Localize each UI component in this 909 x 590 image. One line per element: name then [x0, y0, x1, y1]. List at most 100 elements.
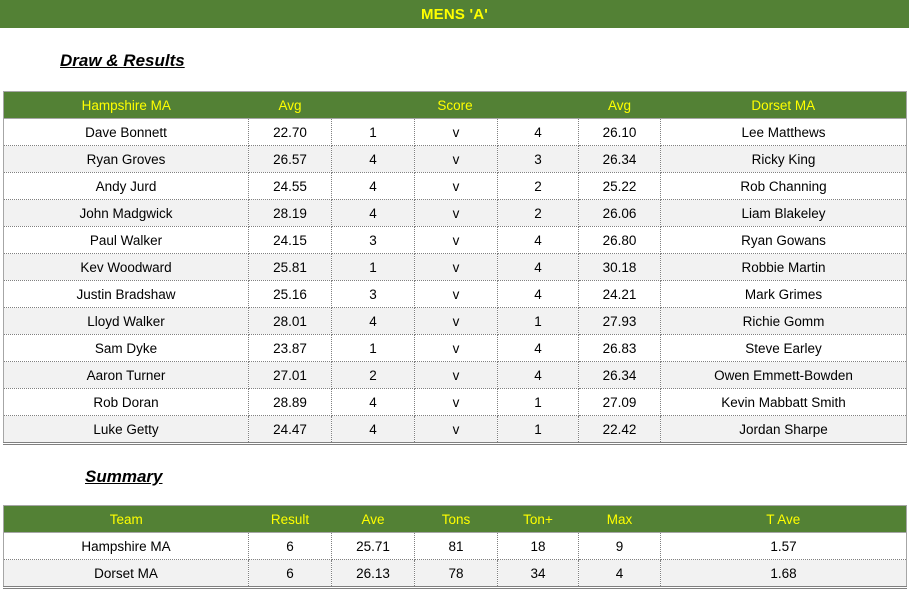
cell-ave: 26.13: [331, 559, 415, 589]
cell-away-avg: 24.21: [578, 280, 662, 308]
cell-versus: v: [414, 172, 498, 200]
column-header-away-team: Dorset MA: [660, 91, 908, 119]
cell-home-player: Lloyd Walker: [3, 307, 249, 335]
cell-away-avg: 26.34: [578, 145, 662, 173]
cell-home-score: 1: [331, 118, 415, 146]
cell-home-score: 4: [331, 388, 415, 416]
cell-away-avg: 26.80: [578, 226, 662, 254]
cell-home-avg: 23.87: [248, 334, 332, 362]
column-header-score: Score: [331, 91, 579, 119]
cell-result: 6: [248, 559, 332, 589]
cell-away-score: 1: [497, 415, 580, 445]
summary-table-body: Hampshire MA 6 25.71 81 18 9 1.57 Dorset MA 6 26.…: [3, 532, 907, 589]
cell-away-score: 3: [497, 145, 580, 173]
cell-home-avg: 27.01: [248, 361, 332, 389]
cell-away-player: Jordan Sharpe: [660, 415, 908, 445]
cell-away-score: 4: [497, 118, 580, 146]
cell-home-player: Dave Bonnett: [3, 118, 249, 146]
summary-heading: Summary: [85, 467, 163, 486]
draw-results-table-body: Dave Bonnett 22.70 1 v 4 26.10 Lee Matthews Rya…: [3, 118, 908, 445]
cell-away-player: Rob Channing: [660, 172, 908, 200]
cell-away-score: 4: [497, 280, 580, 308]
table-row: Justin Bradshaw 25.16 3 v 4 24.21 Mark Grimes: [3, 280, 908, 308]
page-title: MENS 'A': [420, 5, 489, 23]
cell-away-avg: 27.09: [578, 388, 662, 416]
cell-versus: v: [414, 334, 498, 362]
column-header-home-team: Hampshire MA: [3, 91, 249, 119]
cell-home-avg: 24.47: [248, 415, 332, 445]
table-row: Sam Dyke 23.87 1 v 4 26.83 Steve Earley: [3, 334, 908, 362]
draw-results-heading: Draw & Results: [60, 51, 185, 70]
cell-tons: 81: [414, 532, 498, 560]
cell-away-score: 1: [497, 388, 580, 416]
cell-away-avg: 22.42: [578, 415, 662, 445]
cell-home-score: 4: [331, 145, 415, 173]
column-header-tons: Tons: [414, 505, 498, 533]
cell-team: Dorset MA: [3, 559, 249, 589]
cell-t-ave: 1.57: [660, 532, 907, 560]
cell-result: 6: [248, 532, 332, 560]
table-row: Dorset MA 6 26.13 78 34 4 1.68: [3, 559, 907, 589]
cell-away-score: 2: [497, 199, 580, 227]
cell-home-player: Ryan Groves: [3, 145, 249, 173]
cell-home-player: Justin Bradshaw: [3, 280, 249, 308]
cell-versus: v: [414, 307, 498, 335]
cell-max: 4: [578, 559, 661, 589]
cell-away-player: Liam Blakeley: [660, 199, 908, 227]
summary-table: Team Result Ave Tons Ton+ Max T Ave Hamp…: [3, 505, 907, 589]
table-row: John Madgwick 28.19 4 v 2 26.06 Liam Blakeley: [3, 199, 908, 227]
column-header-t-ave: T Ave: [660, 505, 907, 533]
cell-home-player: Sam Dyke: [3, 334, 249, 362]
cell-home-score: 3: [331, 226, 415, 254]
cell-versus: v: [414, 388, 498, 416]
cell-away-avg: 26.06: [578, 199, 662, 227]
draw-results-table-head: Hampshire MA Avg Score Avg Dorset MA: [3, 91, 908, 119]
cell-home-avg: 28.19: [248, 199, 332, 227]
cell-away-score: 4: [497, 334, 580, 362]
cell-home-player: Luke Getty: [3, 415, 249, 445]
column-header-ave: Ave: [331, 505, 415, 533]
cell-away-avg: 26.83: [578, 334, 662, 362]
cell-ton-plus: 18: [497, 532, 579, 560]
column-header-team: Team: [3, 505, 249, 533]
cell-ave: 25.71: [331, 532, 415, 560]
cell-home-avg: 25.16: [248, 280, 332, 308]
cell-home-avg: 24.55: [248, 172, 332, 200]
cell-team: Hampshire MA: [3, 532, 249, 560]
cell-home-score: 4: [331, 307, 415, 335]
summary-table-wrapper: Team Result Ave Tons Ton+ Max T Ave Hamp…: [0, 505, 909, 589]
cell-away-score: 4: [497, 253, 580, 281]
draw-results-table-wrapper: Hampshire MA Avg Score Avg Dorset MA Dav…: [0, 91, 909, 445]
cell-home-player: Andy Jurd: [3, 172, 249, 200]
cell-home-avg: 26.57: [248, 145, 332, 173]
cell-versus: v: [414, 145, 498, 173]
cell-home-score: 3: [331, 280, 415, 308]
cell-away-avg: 26.10: [578, 118, 662, 146]
cell-away-score: 2: [497, 172, 580, 200]
cell-versus: v: [414, 199, 498, 227]
column-header-home-avg: Avg: [248, 91, 332, 119]
draw-results-table: Hampshire MA Avg Score Avg Dorset MA Dav…: [3, 91, 908, 445]
column-header-away-avg: Avg: [578, 91, 661, 119]
summary-table-head: Team Result Ave Tons Ton+ Max T Ave: [3, 505, 907, 533]
cell-away-player: Robbie Martin: [660, 253, 908, 281]
table-row: Rob Doran 28.89 4 v 1 27.09 Kevin Mabbatt Smit…: [3, 388, 908, 416]
cell-away-player: Kevin Mabbatt Smith: [660, 388, 908, 416]
cell-away-score: 1: [497, 307, 580, 335]
cell-versus: v: [414, 226, 498, 254]
cell-home-score: 4: [331, 199, 415, 227]
column-header-result: Result: [248, 505, 332, 533]
cell-home-player: John Madgwick: [3, 199, 249, 227]
table-row: Lloyd Walker 28.01 4 v 1 27.93 Richie Gomm: [3, 307, 908, 335]
cell-home-score: 1: [331, 253, 415, 281]
table-row: Kev Woodward 25.81 1 v 4 30.18 Robbie Martin: [3, 253, 908, 281]
draw-results-header-row: Hampshire MA Avg Score Avg Dorset MA: [3, 91, 908, 119]
cell-away-avg: 27.93: [578, 307, 662, 335]
cell-away-player: Ryan Gowans: [660, 226, 908, 254]
cell-versus: v: [414, 415, 498, 445]
cell-home-avg: 28.01: [248, 307, 332, 335]
table-row: Andy Jurd 24.55 4 v 2 25.22 Rob Channing: [3, 172, 908, 200]
table-row: Hampshire MA 6 25.71 81 18 9 1.57: [3, 532, 907, 560]
cell-away-player: Steve Earley: [660, 334, 908, 362]
table-row: Ryan Groves 26.57 4 v 3 26.34 Ricky King: [3, 145, 908, 173]
